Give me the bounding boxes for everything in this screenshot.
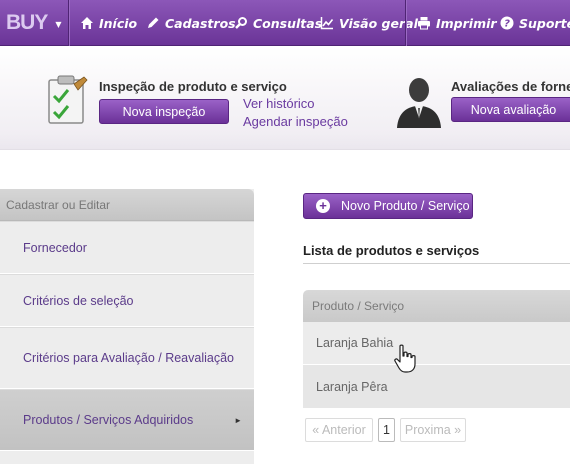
chart-icon [320, 16, 334, 30]
pencil-icon [146, 16, 160, 30]
new-product-button-label: Novo Produto / Serviço [341, 199, 470, 213]
table-cell: Laranja Bahia [316, 336, 394, 350]
chevron-right-icon: ► [234, 415, 242, 425]
search-icon [234, 16, 248, 30]
svg-text:?: ? [504, 19, 510, 30]
sidebar-item-fornecedor[interactable]: Fornecedor [0, 221, 254, 274]
sidebar-item-produtos-servicos[interactable]: Produtos / Serviços Adquiridos ► [0, 389, 254, 451]
inspection-title: Inspeção de produto e serviço [99, 79, 287, 94]
sidebar-item-label: Critérios de seleção [23, 293, 134, 308]
nav-consultas[interactable]: Consultas [234, 0, 322, 46]
sidebar-item-label: Produtos / Serviços Adquiridos [23, 413, 194, 427]
pagination-next[interactable]: Proxima » [400, 418, 466, 442]
nav-imprimir[interactable]: Imprimir [417, 0, 497, 46]
nav-cadastros-label: Cadastros [165, 15, 236, 31]
top-navbar: BUY ▼ Início Cadastros Consultas Visão g… [0, 0, 570, 46]
nav-inicio-label: Início [99, 15, 138, 31]
nav-suporte[interactable]: ? Suporte ▼ [500, 0, 570, 46]
evaluation-title: Avaliações de forne [451, 79, 570, 94]
printer-icon [417, 16, 431, 30]
new-inspection-button[interactable]: Nova inspeção [99, 99, 229, 124]
nav-inicio[interactable]: Início [80, 0, 137, 46]
brand-logo: BUY [6, 11, 48, 34]
brand-menu[interactable]: BUY ▼ [0, 0, 68, 46]
nav-imprimir-label: Imprimir [436, 15, 497, 31]
caret-down-icon: ▼ [55, 19, 62, 29]
nav-consultas-label: Consultas [253, 15, 323, 31]
table-row[interactable]: Laranja Pêra [303, 365, 570, 408]
help-icon: ? [500, 16, 514, 30]
sidebar-item-criterios-avaliacao[interactable]: Critérios para Avaliação / Reavaliação [0, 327, 254, 389]
table-cell: Laranja Pêra [316, 379, 388, 394]
plus-icon: + [316, 199, 330, 213]
nav-suporte-label: Suporte [519, 15, 570, 31]
list-title: Lista de produtos e serviços [303, 243, 480, 258]
sidebar: Cadastrar ou Editar Fornecedor Critérios… [0, 189, 254, 464]
divider [303, 263, 570, 264]
new-evaluation-button[interactable]: Nova avaliação [451, 97, 570, 122]
products-table: Produto / Serviço Laranja Bahia Laranja … [303, 290, 570, 408]
nav-visao-geral-label: Visão geral [339, 15, 418, 31]
new-product-button[interactable]: + Novo Produto / Serviço [303, 193, 473, 219]
sidebar-item-criterios-selecao[interactable]: Critérios de seleção [0, 274, 254, 327]
nav-cadastros[interactable]: Cadastros [146, 0, 236, 46]
table-header: Produto / Serviço [303, 290, 570, 322]
history-link[interactable]: Ver histórico [243, 96, 315, 111]
nav-divider [68, 0, 69, 46]
clipboard-check-icon [48, 75, 88, 124]
pagination-prev[interactable]: « Anterior [305, 418, 373, 442]
home-icon [80, 16, 94, 30]
sidebar-item-label: Critérios para Avaliação / Reavaliação [23, 351, 234, 365]
sidebar-header: Cadastrar ou Editar [0, 189, 254, 221]
person-icon [397, 78, 441, 128]
nav-divider [405, 0, 406, 46]
nav-visao-geral[interactable]: Visão geral [320, 0, 418, 46]
schedule-inspection-link[interactable]: Agendar inspeção [243, 114, 348, 129]
pagination-current-page[interactable]: 1 [378, 418, 395, 442]
table-row[interactable]: Laranja Bahia [303, 322, 570, 365]
sidebar-item-label: Fornecedor [23, 240, 87, 255]
